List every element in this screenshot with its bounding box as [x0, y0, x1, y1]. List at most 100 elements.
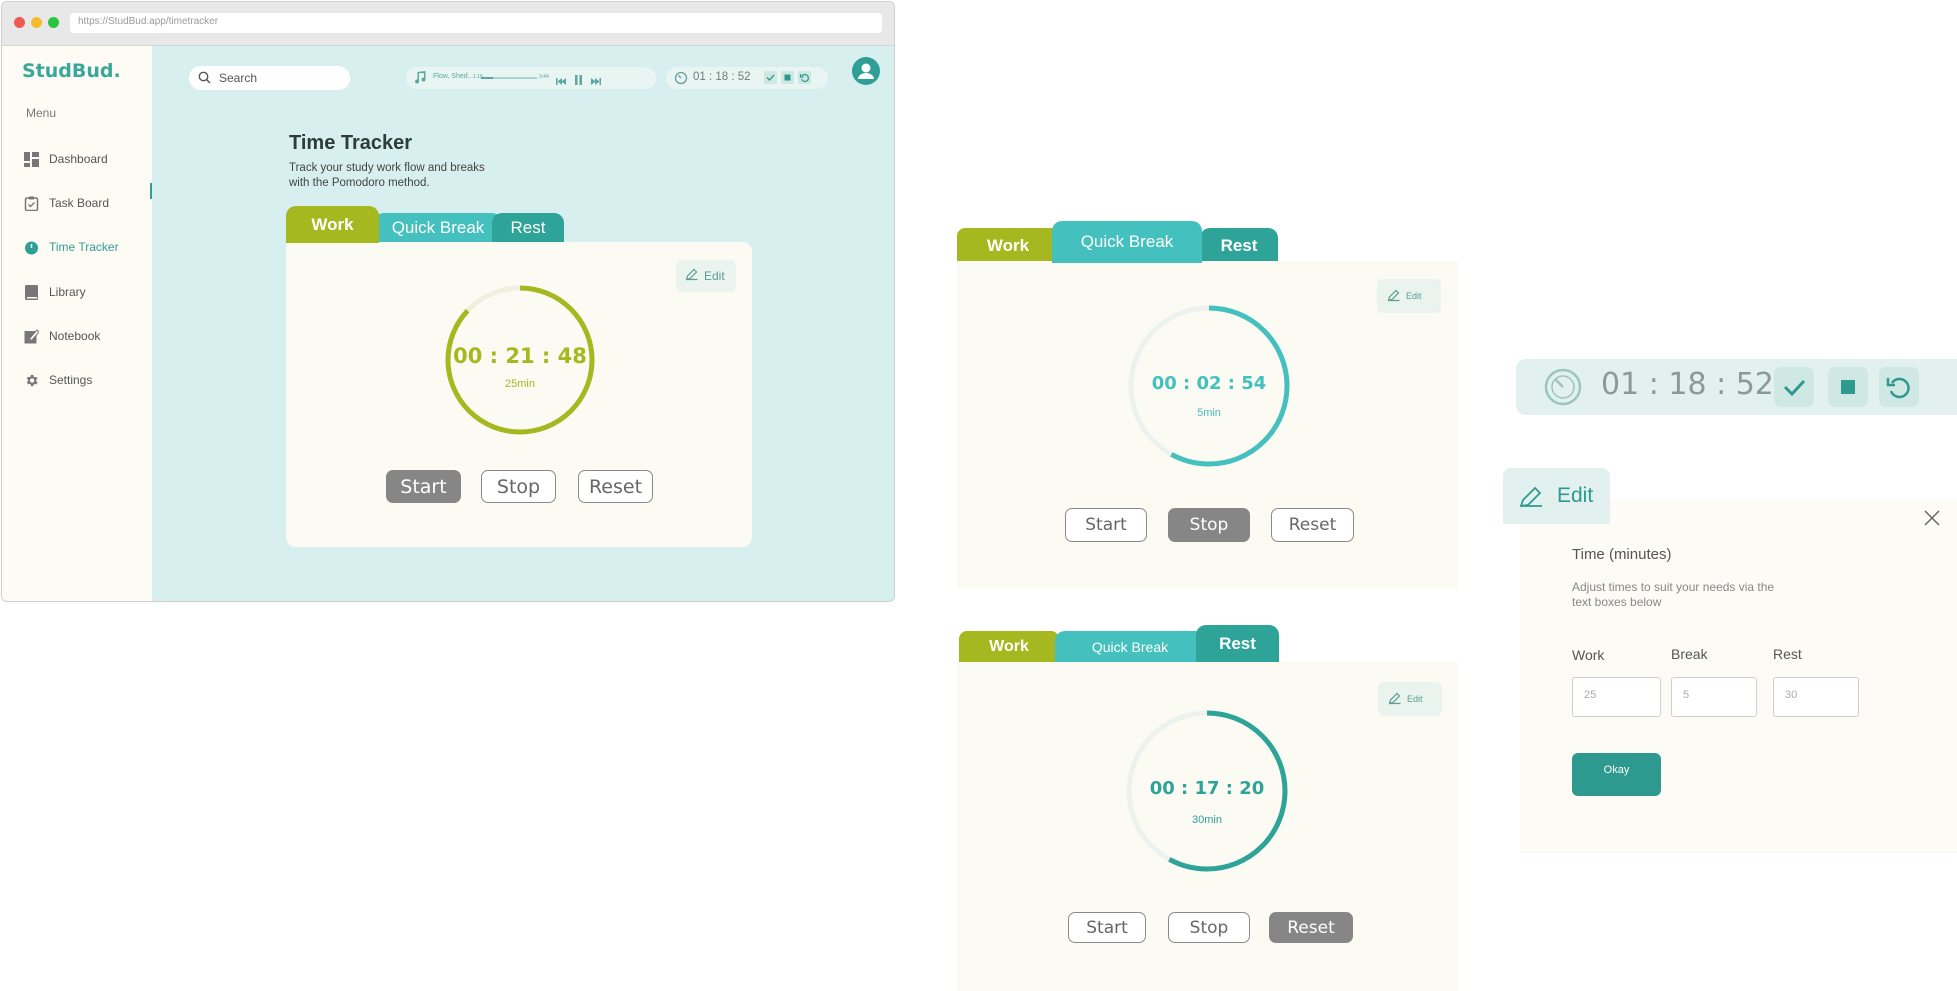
- sidebar-item-notebook[interactable]: Notebook: [24, 324, 152, 348]
- break-minutes-input[interactable]: 5: [1671, 677, 1757, 717]
- progress-ring: 00 : 17 : 20 30min: [1126, 710, 1288, 872]
- sidebar-item-settings[interactable]: Settings: [24, 368, 152, 392]
- complete-icon[interactable]: [764, 71, 777, 84]
- sidebar-item-label: Settings: [49, 373, 93, 387]
- sidebar-item-dashboard[interactable]: Dashboard: [24, 147, 152, 171]
- music-note-icon: [415, 71, 427, 90]
- pencil-icon: [1387, 289, 1400, 304]
- edit-label: Edit: [1406, 291, 1422, 301]
- tab-label: Rest: [1220, 235, 1258, 255]
- page-title: Time Tracker: [289, 132, 413, 154]
- mini-timer-time: 01 : 18 : 52: [693, 71, 751, 83]
- timer-display: 01 : 18 : 52: [1601, 367, 1774, 402]
- stop-icon[interactable]: [781, 71, 794, 84]
- total-time: 3:44: [539, 74, 549, 80]
- reset-button[interactable]: Reset: [1271, 508, 1354, 542]
- panel-heading: Time (minutes): [1572, 546, 1672, 563]
- tab-quick-break[interactable]: Quick Break: [374, 213, 502, 243]
- edit-button[interactable]: Edit: [1377, 279, 1441, 313]
- start-button[interactable]: Start: [386, 470, 461, 503]
- menu-label: Menu: [26, 106, 57, 120]
- page-subtitle: Track your study work flow and breaks wi…: [289, 162, 485, 189]
- timer-icon: [674, 71, 688, 90]
- app-logo[interactable]: StudBud.: [22, 60, 121, 82]
- start-button[interactable]: Start: [1065, 508, 1147, 542]
- tab-label: Rest: [510, 218, 546, 237]
- tab-label: Quick Break: [391, 218, 485, 237]
- sidebar-item-time-tracker[interactable]: Time Tracker: [24, 235, 152, 259]
- edit-button[interactable]: Edit: [676, 260, 736, 292]
- tab-label: Quick Break: [1080, 232, 1174, 251]
- tab-rest[interactable]: Rest: [492, 213, 564, 243]
- pencil-icon: [685, 268, 698, 284]
- tab-rest[interactable]: Rest: [1196, 625, 1279, 662]
- close-window-button[interactable]: [14, 17, 25, 28]
- reset-button[interactable]: Reset: [578, 470, 653, 503]
- tab-work[interactable]: Work: [957, 228, 1059, 263]
- edit-button[interactable]: Edit: [1503, 468, 1610, 524]
- user-avatar[interactable]: [852, 57, 880, 85]
- search-input[interactable]: Search: [189, 66, 350, 90]
- main-content: Search Flow, Shed... 1:16 3:44 01: 18:…: [152, 46, 894, 601]
- progress-ring: 00 : 02 : 54 5min: [1128, 305, 1290, 467]
- work-field-label: Work: [1572, 647, 1605, 663]
- pencil-icon: [1388, 692, 1401, 707]
- sidebar-item-task-board[interactable]: Task Board: [24, 191, 152, 215]
- tab-label: Work: [311, 214, 354, 234]
- start-button[interactable]: Start: [1068, 912, 1146, 943]
- edit-button[interactable]: Edit: [1378, 682, 1442, 716]
- music-player: Flow, Shed... 1:16 3:44: [406, 67, 656, 89]
- duration-label: 5min: [1197, 407, 1221, 419]
- okay-button[interactable]: Okay: [1572, 753, 1661, 796]
- previous-track-icon[interactable]: [556, 73, 566, 91]
- rest-field-label: Rest: [1773, 646, 1802, 662]
- complete-icon[interactable]: [1774, 367, 1814, 407]
- sidebar-item-label: Notebook: [49, 329, 101, 343]
- gear-icon: [24, 373, 39, 388]
- reset-button[interactable]: Reset: [1269, 912, 1353, 943]
- stop-icon[interactable]: [1828, 367, 1868, 407]
- tab-label: Rest: [1219, 633, 1256, 653]
- edit-label: Edit: [1407, 694, 1423, 704]
- tab-rest[interactable]: Rest: [1200, 228, 1278, 263]
- sidebar-item-library[interactable]: Library: [24, 280, 152, 304]
- timer-card: Edit 00 : 17 : 20 30min Start Stop Reset: [957, 662, 1458, 991]
- sidebar-item-label: Task Board: [49, 196, 110, 210]
- sidebar-item-label: Library: [49, 285, 86, 299]
- close-icon[interactable]: [1924, 510, 1940, 531]
- sidebar-item-label: Time Tracker: [49, 240, 119, 254]
- reset-icon[interactable]: [798, 71, 811, 84]
- stopwatch-icon: [24, 240, 39, 255]
- pencil-icon: [1519, 485, 1543, 514]
- tab-label: Quick Break: [1091, 638, 1169, 655]
- stop-button[interactable]: Stop: [481, 470, 556, 503]
- timer-display: 00 : 02 : 54: [1151, 373, 1267, 394]
- timer-card: Edit 00 : 02 : 54 5min Start Stop Reset: [957, 261, 1458, 589]
- address-bar[interactable]: https://StudBud.app/timetracker: [70, 13, 882, 33]
- pause-icon[interactable]: [574, 72, 583, 90]
- tab-work[interactable]: Work: [959, 631, 1059, 662]
- work-minutes-input[interactable]: 25: [1572, 677, 1661, 717]
- seek-bar[interactable]: [481, 77, 537, 79]
- timer-widget: 01 : 18 : 52: [1516, 359, 1957, 415]
- tab-quick-break[interactable]: Quick Break: [1055, 631, 1205, 662]
- timer-card: Edit 00 : 21 : 48 25min Start Stop Reset: [286, 242, 752, 547]
- stop-button[interactable]: Stop: [1168, 912, 1250, 943]
- dashboard-icon: [24, 151, 39, 167]
- stop-button[interactable]: Stop: [1168, 508, 1250, 542]
- panel-description: Adjust times to suit your needs via the …: [1572, 580, 1775, 609]
- timer-display: 00 : 17 : 20: [1149, 778, 1265, 799]
- maximize-window-button[interactable]: [48, 17, 59, 28]
- book-icon: [24, 284, 39, 300]
- reset-icon[interactable]: [1879, 367, 1919, 407]
- browser-window: https://StudBud.app/timetracker StudBud.…: [1, 1, 895, 602]
- tab-quick-break[interactable]: Quick Break: [1052, 221, 1202, 263]
- tab-work[interactable]: Work: [286, 206, 379, 243]
- notebook-icon: [24, 328, 40, 344]
- break-field-label: Break: [1671, 646, 1708, 662]
- sidebar-item-label: Dashboard: [49, 152, 108, 166]
- edit-label: Edit: [1557, 484, 1594, 507]
- rest-minutes-input[interactable]: 30: [1773, 677, 1859, 717]
- next-track-icon[interactable]: [591, 73, 601, 91]
- minimize-window-button[interactable]: [31, 17, 42, 28]
